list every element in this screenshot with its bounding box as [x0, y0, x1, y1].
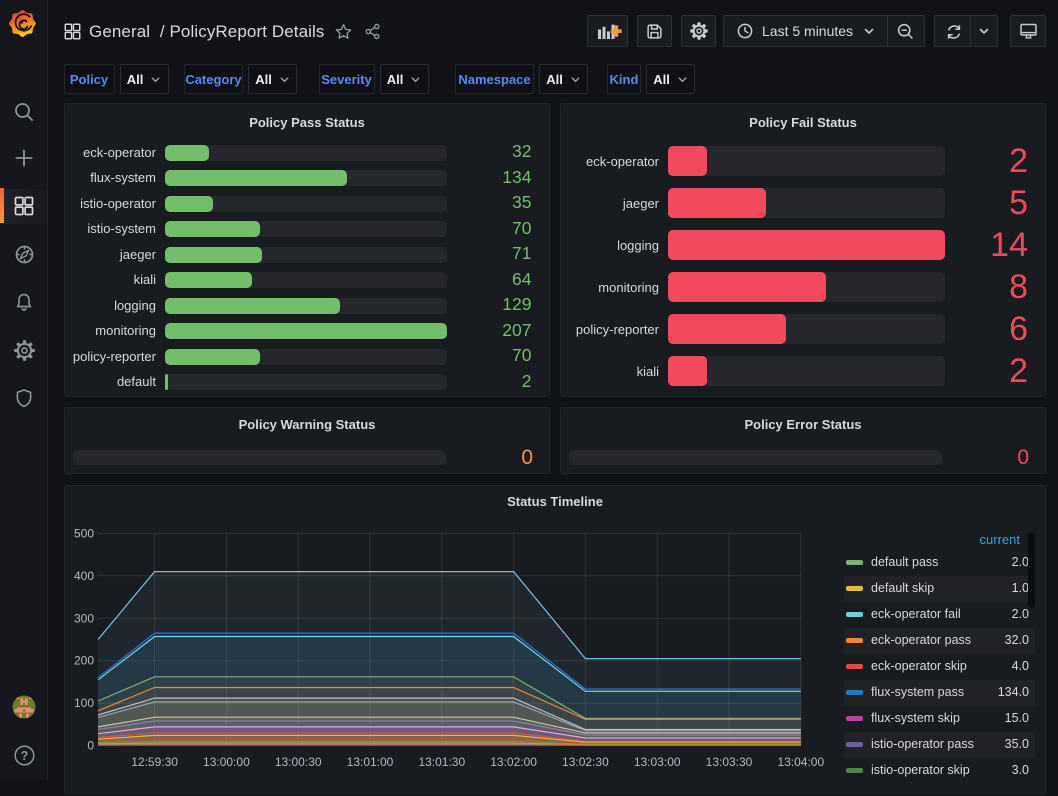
svg-text:12:59:30: 12:59:30: [131, 755, 178, 769]
svg-text:400: 400: [74, 569, 94, 583]
svg-text:500: 500: [74, 526, 94, 540]
svg-text:13:02:00: 13:02:00: [490, 755, 537, 769]
svg-text:300: 300: [74, 611, 94, 625]
svg-text:13:02:30: 13:02:30: [562, 755, 609, 769]
svg-text:13:04:00: 13:04:00: [777, 755, 824, 769]
svg-text:100: 100: [74, 696, 94, 710]
svg-text:13:03:30: 13:03:30: [706, 755, 753, 769]
svg-text:13:00:00: 13:00:00: [203, 755, 250, 769]
svg-text:13:01:00: 13:01:00: [347, 755, 394, 769]
svg-text:200: 200: [74, 654, 94, 668]
svg-text:?: ?: [20, 748, 28, 762]
svg-text:13:00:30: 13:00:30: [275, 755, 322, 769]
svg-text:13:01:30: 13:01:30: [418, 755, 465, 769]
svg-text:13:03:00: 13:03:00: [634, 755, 681, 769]
svg-text:0: 0: [87, 739, 94, 753]
